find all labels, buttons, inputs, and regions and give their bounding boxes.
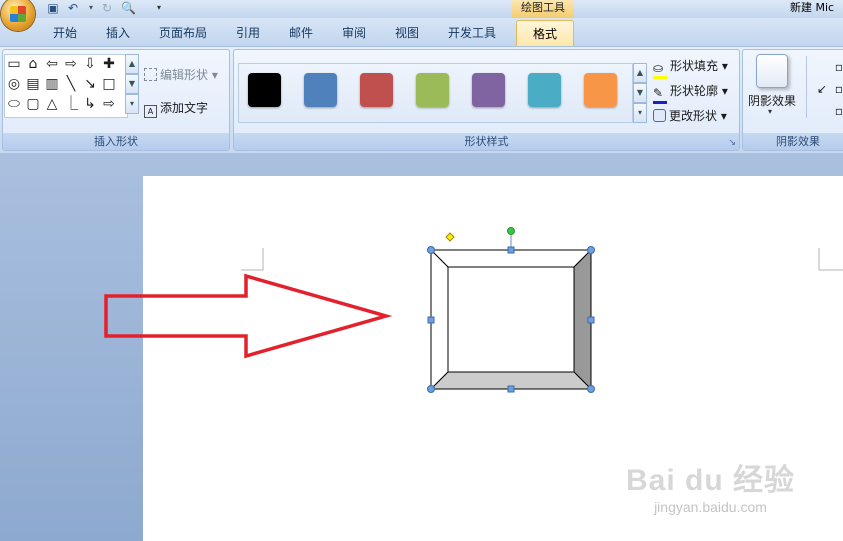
left-margin-mark — [241, 248, 264, 271]
resize-handle-bottom-right[interactable] — [587, 385, 595, 393]
right-margin-mark — [818, 248, 843, 271]
resize-handle-top-left[interactable] — [427, 246, 435, 254]
resize-handle-top[interactable] — [507, 246, 515, 254]
rotation-handle[interactable] — [507, 227, 515, 235]
resize-handle-left[interactable] — [427, 316, 435, 324]
office-logo-icon — [10, 6, 26, 22]
baidu-watermark: Bai du 经验 jingyan.baidu.com — [626, 455, 795, 515]
watermark-logo: Bai du 经验 — [625, 464, 795, 497]
bevel-center-face — [447, 266, 575, 373]
adjustment-handle[interactable] — [445, 232, 455, 242]
red-annotation-arrow — [104, 273, 393, 359]
resize-handle-top-right[interactable] — [587, 246, 595, 254]
watermark-url: jingyan.baidu.com — [654, 499, 767, 515]
bevel-shape[interactable] — [429, 248, 593, 391]
resize-handle-bottom[interactable] — [507, 385, 515, 393]
resize-handle-right[interactable] — [587, 316, 595, 324]
resize-handle-bottom-left[interactable] — [427, 385, 435, 393]
